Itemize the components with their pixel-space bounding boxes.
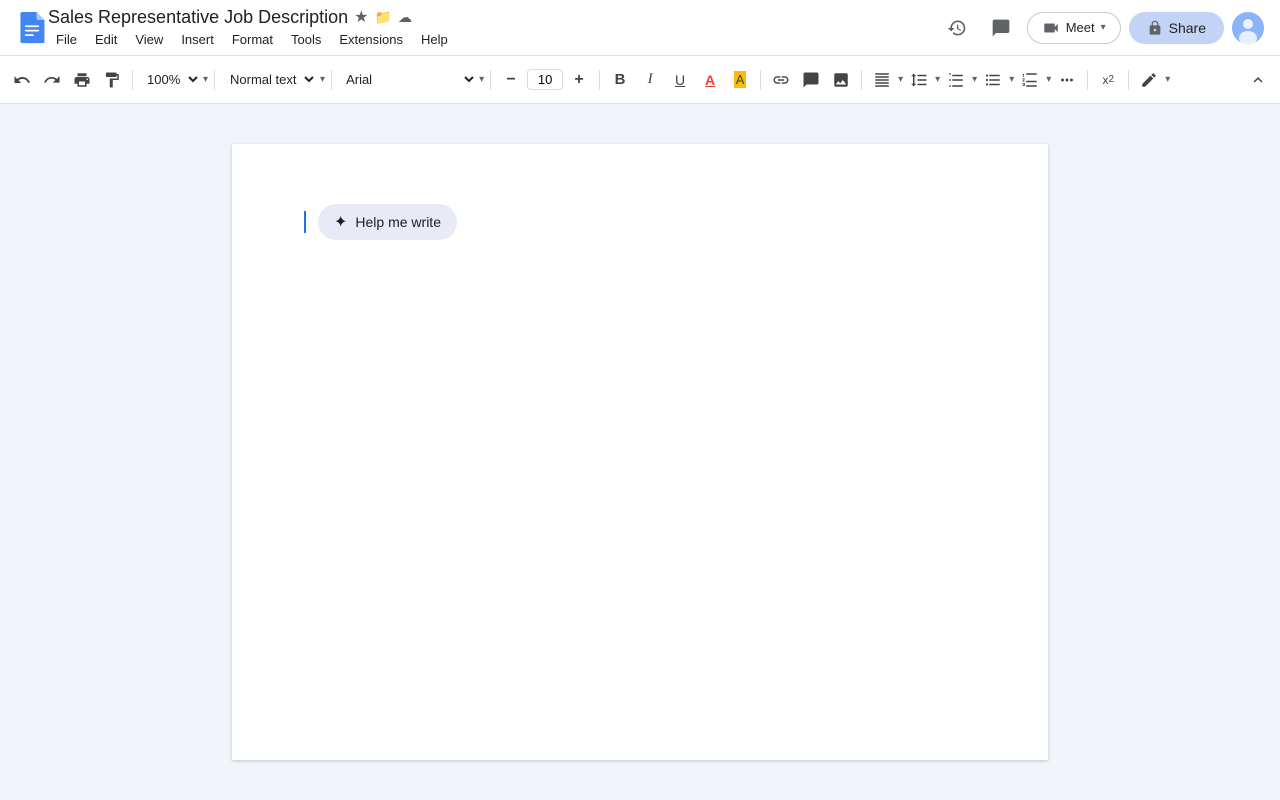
numbered-list-button[interactable] <box>1016 66 1044 94</box>
align-dropdown-arrow: ▾ <box>898 74 903 85</box>
avatar-image <box>1232 12 1264 44</box>
cloud-icon[interactable]: ☁ <box>398 9 412 26</box>
more-options-button[interactable] <box>1053 66 1081 94</box>
menu-format[interactable]: Format <box>224 30 281 49</box>
doc-title[interactable]: Sales Representative Job Description <box>48 7 348 28</box>
highlight-button[interactable]: A <box>726 66 754 94</box>
divider-8 <box>1087 70 1088 90</box>
cursor-line: ✦ Help me write <box>304 204 976 240</box>
draw-button[interactable] <box>1135 66 1163 94</box>
bullet-dropdown-arrow: ▾ <box>1009 74 1014 85</box>
undo-button[interactable] <box>8 66 36 94</box>
help-me-write-label: Help me write <box>355 214 441 230</box>
text-cursor <box>304 211 306 233</box>
divider-3 <box>331 70 332 90</box>
menu-insert[interactable]: Insert <box>173 30 222 49</box>
numbered-list-dropdown-arrow: ▾ <box>1046 74 1051 85</box>
redo-button[interactable] <box>38 66 66 94</box>
print-button[interactable] <box>68 66 96 94</box>
sparkle-icon: ✦ <box>334 212 347 232</box>
italic-button[interactable]: I <box>636 66 664 94</box>
insert-link-button[interactable] <box>767 66 795 94</box>
comments-button[interactable] <box>983 10 1019 46</box>
checklist-button[interactable] <box>942 66 970 94</box>
share-button[interactable]: Share <box>1129 12 1224 44</box>
header-right: Meet ▾ Share <box>939 10 1264 46</box>
divider-4 <box>490 70 491 90</box>
divider-6 <box>760 70 761 90</box>
text-color-button[interactable]: A <box>696 66 724 94</box>
divider-9 <box>1128 70 1129 90</box>
font-dropdown-arrow: ▾ <box>479 74 484 85</box>
google-docs-icon <box>16 12 48 44</box>
zoom-dropdown-arrow: ▾ <box>203 74 208 85</box>
title-bar: Sales Representative Job Description ★ 📁… <box>0 0 1280 56</box>
document-area: ✦ Help me write <box>0 104 1280 800</box>
history-button[interactable] <box>939 10 975 46</box>
divider-5 <box>599 70 600 90</box>
menu-help[interactable]: Help <box>413 30 456 49</box>
font-size-decrease-button[interactable]: − <box>497 66 525 94</box>
line-spacing-dropdown-arrow: ▾ <box>935 74 940 85</box>
meet-label: Meet <box>1066 20 1095 35</box>
font-select[interactable]: Arial Times New Roman Verdana <box>338 69 477 90</box>
align-button[interactable] <box>868 66 896 94</box>
menu-file[interactable]: File <box>48 30 85 49</box>
menu-edit[interactable]: Edit <box>87 30 125 49</box>
line-spacing-button[interactable] <box>905 66 933 94</box>
folder-icon[interactable]: 📁 <box>375 9 392 26</box>
menu-extensions[interactable]: Extensions <box>331 30 411 49</box>
share-label: Share <box>1169 20 1206 36</box>
zoom-select[interactable]: 100% 75% 50% 125% 150% <box>139 69 201 90</box>
insert-image-button[interactable] <box>827 66 855 94</box>
menu-tools[interactable]: Tools <box>283 30 329 49</box>
format-paint-button[interactable] <box>98 66 126 94</box>
user-avatar[interactable] <box>1232 12 1264 44</box>
collapse-toolbar-button[interactable] <box>1244 66 1272 94</box>
divider-7 <box>861 70 862 90</box>
toolbar: 100% 75% 50% 125% 150% ▾ Normal text Hea… <box>0 56 1280 104</box>
font-size-increase-button[interactable]: + <box>565 66 593 94</box>
sub-superscript-button[interactable]: x2 <box>1094 66 1122 94</box>
divider-2 <box>214 70 215 90</box>
menu-view[interactable]: View <box>127 30 171 49</box>
meet-button[interactable]: Meet ▾ <box>1027 12 1121 44</box>
style-select[interactable]: Normal text Heading 1 Heading 2 Heading … <box>221 68 318 91</box>
title-section: Sales Representative Job Description ★ 📁… <box>48 7 939 49</box>
font-size-input[interactable] <box>527 69 563 90</box>
star-icon[interactable]: ★ <box>354 7 368 27</box>
doc-title-row: Sales Representative Job Description ★ 📁… <box>48 7 939 28</box>
meet-dropdown-arrow: ▾ <box>1101 22 1106 33</box>
pen-dropdown-arrow: ▾ <box>1165 74 1170 85</box>
help-me-write-button[interactable]: ✦ Help me write <box>318 204 457 240</box>
insert-comment-button[interactable] <box>797 66 825 94</box>
menu-bar: File Edit View Insert Format Tools Exten… <box>48 30 939 49</box>
checklist-dropdown-arrow: ▾ <box>972 74 977 85</box>
underline-button[interactable]: U <box>666 66 694 94</box>
bold-button[interactable]: B <box>606 66 634 94</box>
bullet-list-button[interactable] <box>979 66 1007 94</box>
divider-1 <box>132 70 133 90</box>
document-page: ✦ Help me write <box>232 144 1048 760</box>
style-dropdown-arrow: ▾ <box>320 74 325 85</box>
